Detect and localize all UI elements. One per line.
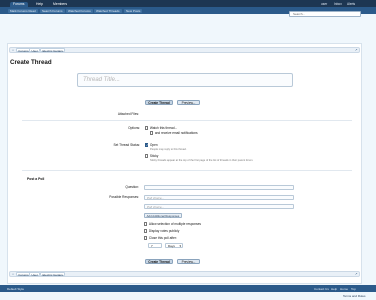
close-poll-label: Close this poll after: <box>148 236 177 240</box>
watched-threads-link[interactable]: Watched Threads <box>94 8 122 13</box>
alerts-link[interactable]: Alerts <box>347 2 355 7</box>
watch-thread-checkbox[interactable] <box>145 126 149 130</box>
inbox-link[interactable]: Inbox <box>334 2 342 7</box>
close-poll-option[interactable]: Close this poll after: <box>144 236 177 240</box>
home-link[interactable]: Home <box>340 287 348 291</box>
poll-question-input[interactable] <box>144 185 294 190</box>
create-thread-button[interactable]: Create Thread <box>145 100 173 105</box>
legal-bar <box>0 292 376 300</box>
contact-us-link[interactable]: Contact Us <box>314 287 329 291</box>
close-poll-checkbox[interactable] <box>144 236 148 240</box>
email-notification-checkbox[interactable] <box>150 131 154 135</box>
sticky-label: Sticky <box>149 154 159 158</box>
breadcrumb-electric-guitars[interactable]: Electric Guitars <box>40 48 66 53</box>
breadcrumb-electric-guitars[interactable]: Electric Guitars <box>40 272 66 277</box>
open-label: Open <box>149 143 158 147</box>
poll-heading: Post a Poll <box>27 177 45 181</box>
jump-icon[interactable]: ↗ <box>354 272 358 276</box>
home-icon[interactable]: ⌂ <box>11 48 15 52</box>
sticky-hint: Sticky threads appear at the top of the … <box>150 159 254 162</box>
watched-forums-link[interactable]: Watched Forums <box>66 8 93 13</box>
public-votes-label: Display votes publicly <box>148 229 180 233</box>
add-response-button[interactable]: Add Additional Responses <box>144 213 182 218</box>
preview-button[interactable]: Preview... <box>177 259 200 264</box>
search-input[interactable]: Search... <box>289 11 361 17</box>
poll-response-input[interactable]: Poll choice... <box>144 195 294 200</box>
top-link[interactable]: Top <box>351 287 356 291</box>
watch-thread-label: Watch this thread... <box>149 126 178 130</box>
help-link[interactable]: Help <box>331 287 337 291</box>
close-poll-unit-select[interactable]: Days ▾ <box>165 243 183 248</box>
poll-question-label: Question: <box>125 185 139 189</box>
attached-files-label: Attached Files: <box>117 112 139 116</box>
open-option[interactable]: ✓Open <box>145 143 158 147</box>
mark-forums-read-link[interactable]: Mark Forums Read <box>8 8 38 13</box>
email-notification-label: and receive email notifications <box>154 131 198 135</box>
preview-button[interactable]: Preview... <box>177 100 200 105</box>
sticky-option[interactable]: Sticky <box>145 154 158 158</box>
public-votes-checkbox[interactable] <box>144 229 148 233</box>
open-hint: People may reply to this thread. <box>150 148 187 151</box>
divider <box>22 120 352 121</box>
sticky-checkbox[interactable] <box>145 154 149 158</box>
watch-thread-option[interactable]: Watch this thread... <box>145 126 177 130</box>
poll-responses-label: Possible Responses: <box>109 195 139 199</box>
thread-status-label: Set Thread Status: <box>113 143 140 147</box>
multiple-responses-label: Allow selection of multiple responses <box>148 222 201 226</box>
options-label: Options: <box>128 126 140 130</box>
search-forums-link[interactable]: Search Forums <box>40 8 65 13</box>
divider <box>22 170 352 171</box>
home-icon[interactable]: ⌂ <box>11 272 15 276</box>
multiple-responses-checkbox[interactable] <box>144 222 148 226</box>
poll-response-input[interactable]: Poll choice... <box>144 204 294 209</box>
close-poll-amount-input[interactable]: 7 <box>148 243 162 248</box>
open-checkbox[interactable]: ✓ <box>145 143 149 147</box>
thread-title-input[interactable]: Thread Title... <box>77 73 293 87</box>
terms-link[interactable]: Terms and Rules <box>343 294 366 298</box>
public-votes-option[interactable]: Display votes publicly <box>144 229 179 233</box>
email-notification-option[interactable]: and receive email notifications <box>150 131 198 135</box>
page-title: Create Thread <box>10 59 52 66</box>
create-thread-button[interactable]: Create Thread <box>145 259 173 264</box>
style-chooser-link[interactable]: Default Style <box>7 287 24 291</box>
new-posts-link[interactable]: New Posts <box>124 8 143 13</box>
user-menu-link[interactable]: user <box>321 2 327 7</box>
close-poll-unit-value: Days <box>168 244 175 248</box>
jump-icon[interactable]: ↗ <box>354 48 358 52</box>
multiple-responses-option[interactable]: Allow selection of multiple responses <box>144 222 201 226</box>
breadcrumb-user[interactable]: User <box>29 272 41 277</box>
breadcrumb-user[interactable]: User <box>29 48 41 53</box>
chevron-down-icon: ▾ <box>179 244 181 248</box>
